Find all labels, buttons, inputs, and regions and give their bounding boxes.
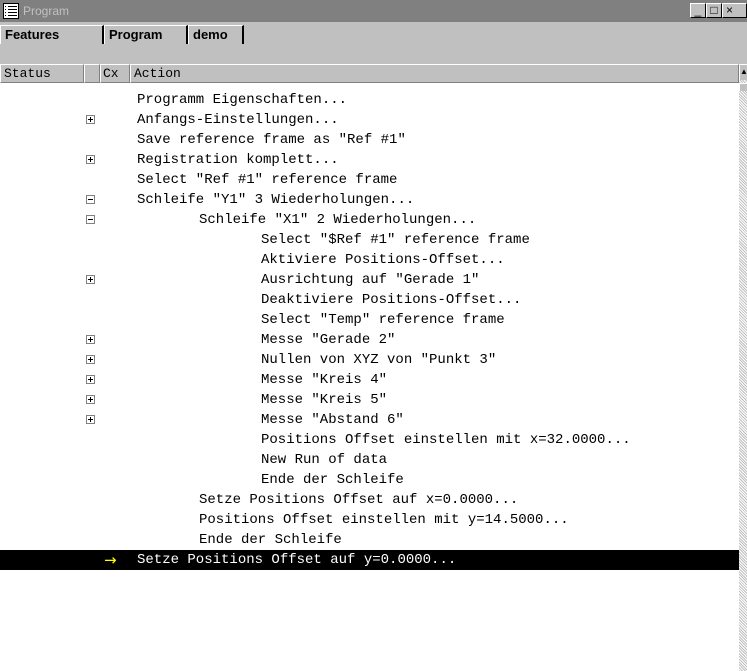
step-action-text: Messe "Gerade 2" [261,332,396,348]
plus-box-icon[interactable] [86,415,95,424]
step-action-text: Programm Eigenschaften... [137,92,348,108]
step-action-text: Positions Offset einstellen mit x=32.000… [261,432,631,448]
minus-box-icon[interactable] [86,195,95,204]
step-action-text: Anfangs-Einstellungen... [137,112,339,128]
step-action-text: Schleife "X1" 2 Wiederholungen... [199,212,477,228]
scroll-thumb[interactable] [739,83,747,91]
program-step-row[interactable]: Aktiviere Positions-Offset... [0,250,739,270]
tab-features[interactable]: Features [0,25,104,44]
step-action-text: Schleife "Y1" 3 Wiederholungen... [137,192,415,208]
plus-box-icon[interactable] [86,155,95,164]
minus-box-icon[interactable] [86,215,95,224]
step-action-text: Select "Ref #1" reference frame [137,172,398,188]
program-step-row[interactable]: Positions Offset einstellen mit y=14.500… [0,510,739,530]
program-step-row[interactable]: Messe "Kreis 5" [0,390,739,410]
column-cx[interactable]: Cx [100,64,130,83]
program-step-row[interactable]: Select "Ref #1" reference frame [0,170,739,190]
plus-box-icon[interactable] [86,375,95,384]
step-action-text: Ende der Schleife [261,472,404,488]
column-status[interactable]: Status [0,64,84,83]
title-bar[interactable]: Program _ □ × [0,0,747,22]
step-action-text: Setze Positions Offset auf x=0.0000... [199,492,519,508]
program-list-icon [3,3,19,19]
tab-bar: Features Program demo [0,22,747,44]
window-title: Program [23,4,70,18]
column-action[interactable]: Action [130,64,739,83]
step-action-text: Messe "Kreis 4" [261,372,388,388]
step-action-text: Ausrichtung auf "Gerade 1" [261,272,480,288]
step-action-text: Select "$Ref #1" reference frame [261,232,530,248]
column-header: Status Cx Action [0,64,739,83]
step-action-text: Select "Temp" reference frame [261,312,505,328]
program-step-row[interactable]: Messe "Gerade 2" [0,330,739,350]
vertical-scrollbar[interactable]: ▲ [739,64,747,671]
plus-box-icon[interactable] [86,395,95,404]
plus-box-icon[interactable] [86,355,95,364]
program-step-row[interactable]: Schleife "X1" 2 Wiederholungen... [0,210,739,230]
tab-program[interactable]: Program [104,25,188,44]
maximize-button[interactable]: □ [706,3,722,18]
step-action-text: Save reference frame as "Ref #1" [137,132,406,148]
column-spacer [84,64,100,83]
program-step-row[interactable]: Programm Eigenschaften... [0,90,739,110]
plus-box-icon[interactable] [86,115,95,124]
program-step-row[interactable]: Save reference frame as "Ref #1" [0,130,739,150]
program-step-row[interactable]: Messe "Abstand 6" [0,410,739,430]
program-step-row[interactable]: Select "$Ref #1" reference frame [0,230,739,250]
step-action-text: Ende der Schleife [199,532,342,548]
program-step-row[interactable]: Select "Temp" reference frame [0,310,739,330]
plus-box-icon[interactable] [86,335,95,344]
step-action-text: Positions Offset einstellen mit y=14.500… [199,512,569,528]
step-action-text: Nullen von XYZ von "Punkt 3" [261,352,497,368]
minimize-button[interactable]: _ [690,3,706,18]
program-step-row[interactable]: Deaktiviere Positions-Offset... [0,290,739,310]
step-action-text: Messe "Abstand 6" [261,412,404,428]
program-step-row[interactable]: Nullen von XYZ von "Punkt 3" [0,350,739,370]
program-step-row[interactable]: Ende der Schleife [0,470,739,490]
program-step-row[interactable]: Setze Positions Offset auf x=0.0000... [0,490,739,510]
step-action-text: New Run of data [261,452,388,468]
program-step-row[interactable]: Messe "Kreis 4" [0,370,739,390]
program-step-row[interactable]: Schleife "Y1" 3 Wiederholungen... [0,190,739,210]
step-action-text: Aktiviere Positions-Offset... [261,252,505,268]
step-action-text: Registration komplett... [137,152,339,168]
program-step-row[interactable]: Anfangs-Einstellungen... [0,110,739,130]
program-step-row[interactable]: → Setze Positions Offset auf y=0.0000... [0,550,739,570]
step-action-text: Messe "Kreis 5" [261,392,388,408]
step-action-text: Setze Positions Offset auf y=0.0000... [137,552,457,568]
close-button[interactable]: × [722,3,747,18]
scroll-up-arrow-icon[interactable]: ▲ [739,64,747,80]
step-action-text: Deaktiviere Positions-Offset... [261,292,522,308]
program-step-row[interactable]: New Run of data [0,450,739,470]
yellow-arrow-icon: → [104,551,117,569]
program-step-list[interactable]: Programm Eigenschaften... Anfangs-Einstel… [0,83,739,671]
plus-box-icon[interactable] [86,275,95,284]
program-step-row[interactable]: Ende der Schleife [0,530,739,550]
program-step-row[interactable]: Ausrichtung auf "Gerade 1" [0,270,739,290]
program-step-row[interactable]: Positions Offset einstellen mit x=32.000… [0,430,739,450]
program-step-row[interactable]: Registration komplett... [0,150,739,170]
tab-demo[interactable]: demo [188,25,244,44]
